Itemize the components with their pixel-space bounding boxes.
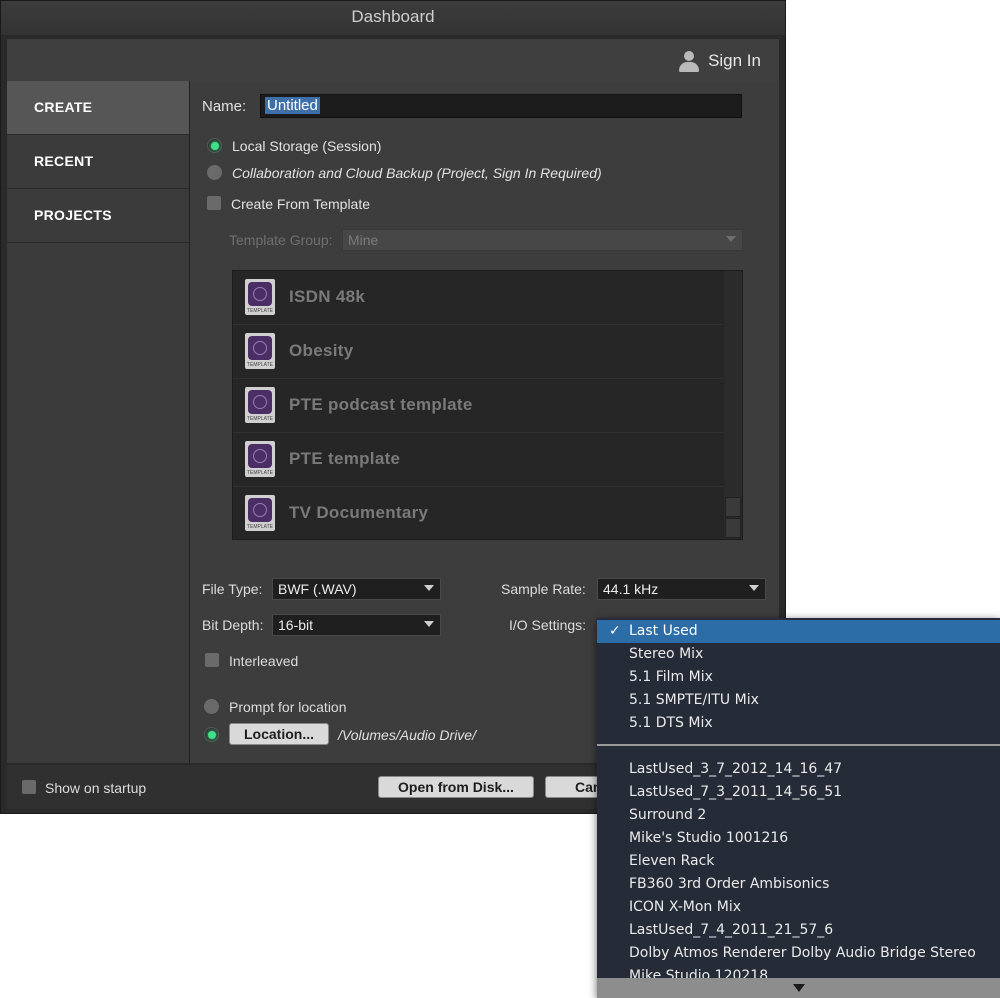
menu-item-surround-2[interactable]: Surround 2 [597, 804, 1000, 827]
scroll-down-arrow-icon [793, 984, 805, 992]
template-row-obesity[interactable]: TEMPLATE Obesity [233, 325, 723, 379]
user-icon [678, 50, 700, 72]
menu-item-mikes-studio[interactable]: Mike's Studio 1001216 [597, 827, 1000, 850]
name-input[interactable]: Untitled [260, 94, 742, 118]
sign-in-label: Sign In [708, 51, 761, 70]
menu-item-lastused-2011-b[interactable]: LastUsed_7_4_2011_21_57_6 [597, 919, 1000, 942]
template-file-icon: TEMPLATE [245, 441, 275, 477]
template-file-icon: TEMPLATE [245, 495, 275, 531]
checkmark-icon: ✓ [609, 623, 621, 639]
bit-depth-value: 16-bit [278, 617, 314, 633]
location-path: /Volumes/Audio Drive/ [338, 727, 476, 743]
file-type-value: BWF (.WAV) [278, 581, 357, 597]
sample-rate-dropdown[interactable]: 44.1 kHz [597, 578, 766, 600]
file-type-label: File Type: [202, 581, 263, 597]
prompt-for-location-radio[interactable] [204, 699, 219, 714]
cloud-backup-radio[interactable] [207, 165, 222, 180]
menu-item-fb360[interactable]: FB360 3rd Order Ambisonics [597, 873, 1000, 896]
template-row-tv-documentary[interactable]: TEMPLATE TV Documentary [233, 487, 723, 540]
menu-item-dolby-atmos[interactable]: Dolby Atmos Renderer Dolby Audio Bridge … [597, 942, 1000, 965]
menu-item-lastused-2012[interactable]: LastUsed_3_7_2012_14_16_47 [597, 758, 1000, 781]
show-on-startup-label: Show on startup [45, 780, 147, 796]
template-file-icon: TEMPLATE [245, 333, 275, 369]
cloud-backup-label: Collaboration and Cloud Backup (Project,… [232, 165, 602, 181]
menu-separator [597, 744, 1000, 746]
menu-item-51-film-mix[interactable]: 5.1 Film Mix [597, 666, 1000, 689]
bit-depth-dropdown[interactable]: 16-bit [272, 614, 441, 636]
template-group-select[interactable]: Mine [342, 229, 743, 251]
local-storage-radio[interactable] [207, 138, 222, 153]
chevron-down-icon [424, 621, 434, 627]
location-radio[interactable] [204, 727, 219, 742]
template-group-label: Template Group: [229, 232, 333, 248]
template-row-pte-podcast[interactable]: TEMPLATE PTE podcast template [233, 379, 723, 433]
show-on-startup-checkbox[interactable] [22, 780, 36, 794]
menu-item-icon-x-mon[interactable]: ICON X-Mon Mix [597, 896, 1000, 919]
template-name: ISDN 48k [289, 287, 366, 306]
template-file-icon: TEMPLATE [245, 387, 275, 423]
io-settings-label: I/O Settings: [509, 617, 587, 633]
template-row-pte-template[interactable]: TEMPLATE PTE template [233, 433, 723, 487]
template-scrollbar[interactable] [724, 271, 742, 539]
template-file-icon: TEMPLATE [245, 279, 275, 315]
sidebar: CREATE RECENT PROJECTS [7, 81, 190, 763]
scroll-down-button[interactable] [725, 518, 741, 538]
create-from-template-checkbox[interactable] [207, 196, 221, 210]
interleaved-label: Interleaved [229, 653, 299, 669]
scroll-up-button[interactable] [725, 497, 741, 517]
template-name: PTE template [289, 449, 401, 468]
name-label: Name: [202, 98, 247, 115]
top-bar: Sign In [7, 39, 779, 82]
interleaved-checkbox[interactable] [205, 653, 219, 667]
create-from-template-label: Create From Template [231, 196, 371, 212]
sign-in-button[interactable]: Sign In [678, 49, 761, 73]
template-list: TEMPLATE ISDN 48k TEMPLATE Obesity TEMPL… [232, 270, 743, 540]
sample-rate-label: Sample Rate: [501, 581, 586, 597]
open-from-disk-button[interactable]: Open from Disk... [378, 776, 534, 798]
name-value: Untitled [265, 97, 320, 114]
menu-item-lastused-2011-a[interactable]: LastUsed_7_3_2011_14_56_51 [597, 781, 1000, 804]
menu-item-51-smpte-itu-mix[interactable]: 5.1 SMPTE/ITU Mix [597, 689, 1000, 712]
template-row-isdn-48k[interactable]: TEMPLATE ISDN 48k [233, 271, 723, 325]
location-button[interactable]: Location... [229, 723, 329, 745]
template-name: PTE podcast template [289, 395, 473, 414]
sidebar-item-projects[interactable]: PROJECTS [7, 189, 189, 243]
menu-scroll-down[interactable] [597, 978, 1000, 998]
template-name: TV Documentary [289, 503, 429, 522]
chevron-down-icon [726, 236, 736, 242]
local-storage-label: Local Storage (Session) [232, 138, 382, 154]
template-name: Obesity [289, 341, 354, 360]
chevron-down-icon [424, 585, 434, 591]
menu-item-last-used[interactable]: ✓ Last Used [597, 620, 1000, 643]
menu-item-51-dts-mix[interactable]: 5.1 DTS Mix [597, 712, 1000, 735]
chevron-down-icon [749, 585, 759, 591]
io-settings-menu: ✓ Last Used Stereo Mix 5.1 Film Mix 5.1 … [597, 618, 1000, 998]
template-group-value: Mine [348, 232, 379, 248]
menu-item-eleven-rack[interactable]: Eleven Rack [597, 850, 1000, 873]
window-title: Dashboard [1, 1, 785, 35]
prompt-for-location-label: Prompt for location [229, 699, 347, 715]
bit-depth-label: Bit Depth: [202, 617, 264, 633]
menu-item-stereo-mix[interactable]: Stereo Mix [597, 643, 1000, 666]
sidebar-item-create[interactable]: CREATE [7, 81, 189, 135]
sidebar-item-recent[interactable]: RECENT [7, 135, 189, 189]
file-type-dropdown[interactable]: BWF (.WAV) [272, 578, 441, 600]
sample-rate-value: 44.1 kHz [603, 581, 659, 597]
